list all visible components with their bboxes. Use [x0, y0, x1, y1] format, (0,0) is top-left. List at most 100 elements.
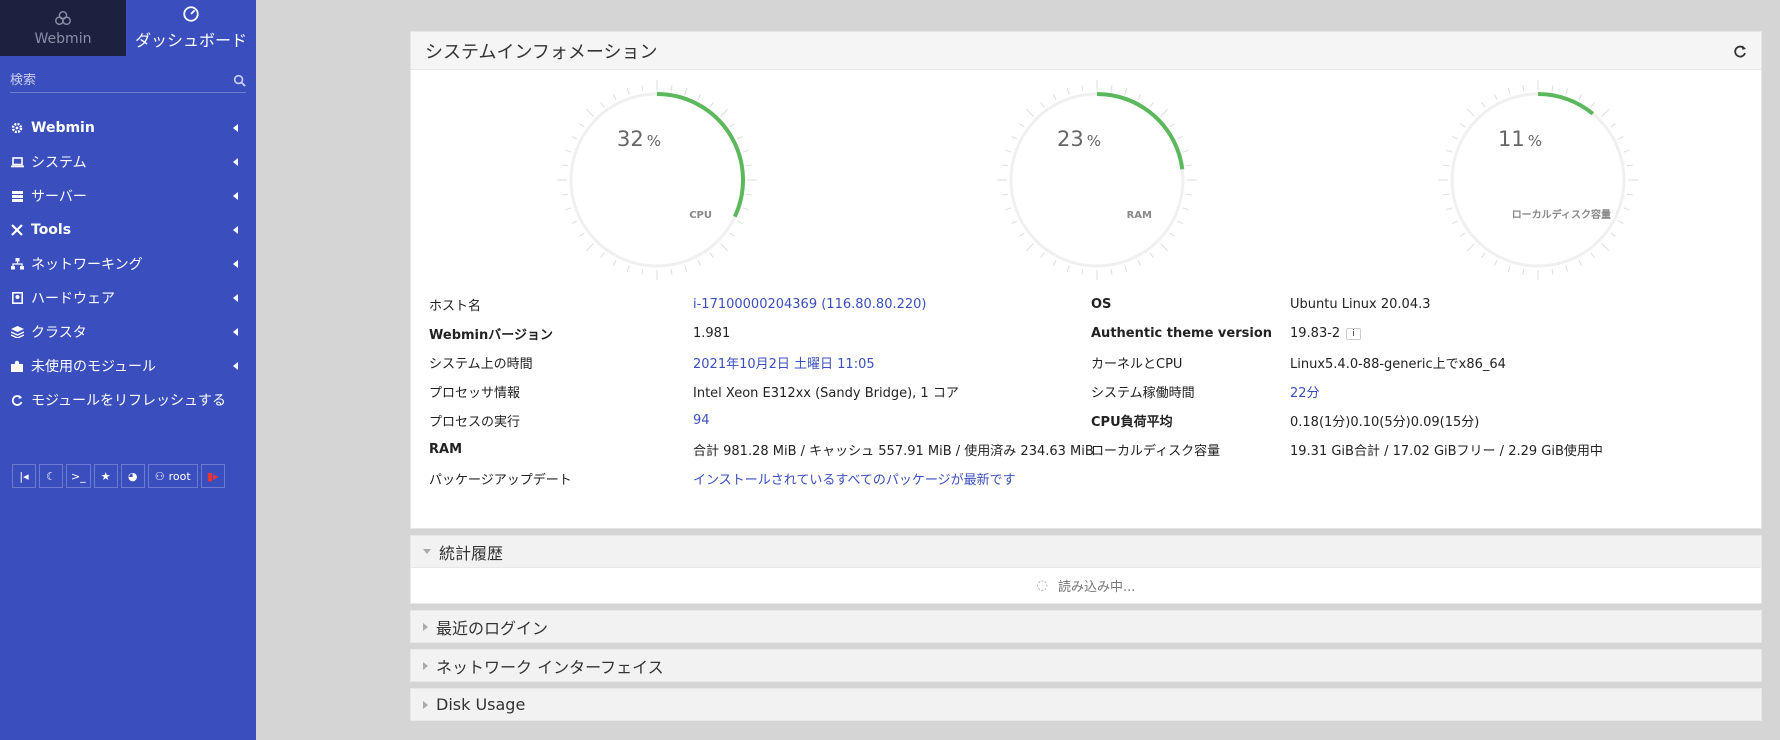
terminal-button[interactable]: >_ [66, 464, 91, 488]
webmin-logo-icon [55, 10, 71, 26]
gauge-tick [600, 252, 605, 258]
favorites-button[interactable]: ★ [93, 464, 118, 488]
gauge-tick [1040, 252, 1045, 258]
expand-icon [423, 549, 431, 554]
gauge-arc [1537, 92, 1595, 116]
gauge-tick [571, 135, 578, 140]
gauge-tick [612, 259, 617, 266]
gauge-tick [1443, 164, 1450, 167]
sidebar-item-cluster[interactable]: クラスタ [0, 315, 256, 349]
info-value[interactable]: インストールされているすべてのパッケージが最新です [693, 469, 1016, 488]
sidebar-item-hardware[interactable]: ハードウェア [0, 281, 256, 315]
stats-history-header[interactable]: 統計履歴 [410, 535, 1762, 568]
info-value[interactable]: 22分 [1290, 382, 1320, 401]
network-interfaces-header[interactable]: ネットワーク インターフェイス [410, 649, 1762, 682]
gauge-tick [1446, 207, 1453, 211]
search-input[interactable] [10, 73, 210, 88]
gauges-row: 32% CPU 23% RAM 11% ローカルディスク容量 [411, 70, 1761, 290]
gauge-tick [1443, 193, 1450, 196]
logout-icon: ▮▸ [206, 469, 219, 483]
sidebar-item-webmin[interactable]: Webmin [0, 111, 256, 145]
info-right-column: OS Ubuntu Linux 20.04.3 Authentic theme ve… [1091, 290, 1603, 464]
info-key: システム稼働時間 [1091, 386, 1195, 401]
gauge-tick [1110, 85, 1113, 92]
info-row: OS Ubuntu Linux 20.04.3 [1091, 290, 1603, 319]
collapse-sidebar-button[interactable]: |◂ [12, 464, 36, 488]
sidebar-toolbar: |◂ ☾ >_ ★ ◕ ⚇ root ▮▸ [12, 464, 225, 488]
info-value: Intel Xeon E312xx (Sandy Bridge), 1 コア [693, 386, 959, 401]
gauge-tick [1160, 243, 1169, 252]
info-icon[interactable]: i [1346, 327, 1361, 340]
gauge-tick [1466, 108, 1475, 117]
info-row: システム上の時間 2021年10月2日 土曜日 11:05 [429, 348, 1094, 377]
sidebar-item-networking[interactable]: ネットワーキング [0, 247, 256, 281]
info-key: Authentic theme version [1091, 326, 1273, 341]
search-icon[interactable] [233, 74, 246, 87]
gauge-tick [1610, 232, 1616, 237]
gauge-tick [1149, 102, 1154, 108]
info-value[interactable]: 94 [693, 413, 710, 428]
gauge-tick [1169, 232, 1175, 237]
info-left-column: ホスト名 i-17100000204369 (116.80.80.220) Webm… [429, 290, 1094, 493]
gauge-tick [729, 232, 735, 237]
caret-left-icon [233, 158, 238, 166]
info-key: ホスト名 [429, 299, 482, 314]
gauge-tick [1176, 135, 1183, 140]
gauge-tick [697, 259, 702, 266]
info-row: RAM 合計 981.28 MiB / キャッシュ 557.91 MiB / 使用… [429, 435, 1094, 464]
gauge-tick [720, 108, 729, 117]
sidebar-item-system[interactable]: システム [0, 145, 256, 179]
dashboard-icon [183, 6, 199, 22]
gauge-track [1450, 92, 1626, 268]
sidebar-item-tools[interactable]: Tools [0, 213, 256, 247]
info-value[interactable]: i-17100000204369 (116.80.80.220) [693, 297, 926, 312]
gauge-tick [1149, 252, 1154, 258]
theme-button[interactable]: ◕ [120, 464, 145, 488]
refresh-icon[interactable] [1733, 44, 1747, 58]
sidebar-tabs: Webmin ダッシュボード [0, 0, 256, 56]
gauge-tick [1081, 85, 1084, 92]
gauge-tick [1626, 193, 1633, 196]
gauge-tick [736, 220, 743, 225]
disk-usage-header[interactable]: Disk Usage [410, 688, 1762, 721]
gauge-tick [1551, 268, 1554, 275]
system-info-table: ホスト名 i-17100000204369 (116.80.80.220) Webm… [411, 290, 1761, 528]
logout-button[interactable]: ▮▸ [200, 464, 225, 488]
gauge-tick [1066, 88, 1070, 95]
ram-gauge: 23 % RAM [997, 80, 1197, 280]
info-value: Ubuntu Linux 20.04.3 [1290, 297, 1431, 312]
gauge-tick [1176, 220, 1183, 225]
gauge-tick [585, 243, 594, 252]
gauge-tick [670, 268, 673, 275]
gauge-tick [1052, 259, 1057, 266]
gauge-tick [1025, 108, 1034, 117]
user-button[interactable]: ⚇ root [147, 464, 198, 488]
sidebar-item-refresh-modules[interactable]: モジュールをリフレッシュする [0, 383, 256, 417]
username: root [168, 469, 191, 483]
sidebar-item-label: モジュールをリフレッシュする [31, 393, 227, 409]
info-value[interactable]: 2021年10月2日 土曜日 11:05 [693, 353, 875, 372]
gauge-label: RAM [1127, 210, 1152, 221]
tab-dashboard[interactable]: ダッシュボード [126, 0, 256, 56]
tab-webmin[interactable]: Webmin [0, 0, 126, 56]
gauge-tick [1137, 94, 1142, 101]
gauge-tick [1507, 88, 1511, 95]
gauge-tick [1551, 85, 1554, 92]
gauge-tick [585, 108, 594, 117]
sidebar-item-servers[interactable]: サーバー [0, 179, 256, 213]
gauge-tick [1460, 123, 1466, 128]
gauge-arc [656, 92, 745, 218]
tools-icon [10, 223, 24, 237]
gauge-tick [1590, 252, 1595, 258]
gauge-tick [742, 149, 749, 153]
sidebar-item-unused-modules[interactable]: 未使用のモジュール [0, 349, 256, 383]
panel-header: システムインフォメーション [411, 32, 1761, 70]
gauge-tick [1626, 164, 1633, 167]
gauge-tick [1185, 193, 1192, 196]
recent-logins-header[interactable]: 最近のログイン [410, 610, 1762, 643]
system-info-panel: システムインフォメーション 32% CPU 23% RAM 11% ローカルディスク容… [410, 31, 1762, 529]
night-mode-button[interactable]: ☾ [39, 464, 63, 488]
gauge-tick [1124, 265, 1128, 272]
sidebar-search [10, 69, 246, 93]
caret-left-icon [233, 362, 238, 370]
